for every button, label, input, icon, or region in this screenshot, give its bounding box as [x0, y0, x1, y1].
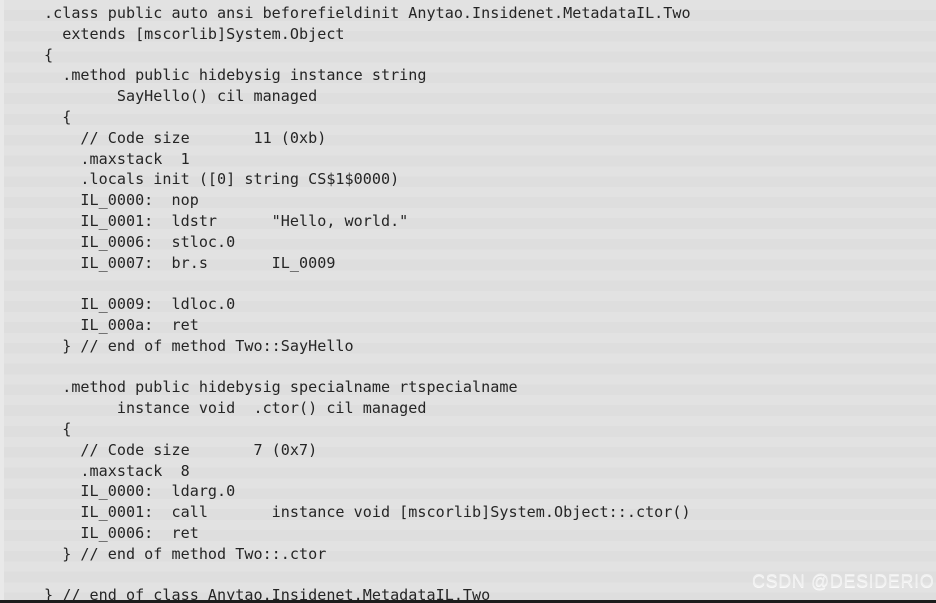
code-line: {	[44, 107, 72, 126]
code-line: .class public auto ansi beforefieldinit …	[44, 4, 691, 22]
code-line: } // end of class Anytao.Insidenet.Metad…	[44, 586, 491, 603]
code-line: .locals init ([0] string CS$1$0000)	[44, 170, 400, 189]
code-line: {	[44, 45, 54, 64]
code-line: IL_000a: ret	[44, 315, 199, 334]
code-line: IL_0009: ldloc.0	[44, 295, 236, 314]
code-line: .maxstack 1	[44, 149, 190, 168]
code-line: } // end of method Two::.ctor	[44, 544, 327, 563]
code-line: IL_0006: ret	[44, 523, 199, 542]
code-line: .maxstack 8	[44, 461, 190, 480]
code-line: IL_0000: nop	[44, 191, 199, 210]
code-line: } // end of method Two::SayHello	[44, 336, 354, 355]
code-line: SayHello() cil managed	[44, 87, 318, 106]
code-listing-screenshot: .class public auto ansi beforefieldinit …	[0, 0, 936, 603]
code-line: IL_0000: ldarg.0	[44, 482, 236, 501]
code-line: instance void .ctor() cil managed	[44, 399, 427, 418]
code-line: IL_0006: stloc.0	[44, 232, 236, 251]
code-line: // Code size 11 (0xb)	[44, 128, 327, 147]
code-line: extends [mscorlib]System.Object	[44, 24, 345, 43]
il-code-listing[interactable]: .class public auto ansi beforefieldinit …	[0, 0, 936, 603]
code-line: IL_0007: br.s IL_0009	[44, 253, 336, 272]
code-line: IL_0001: call instance void [mscorlib]Sy…	[44, 503, 691, 522]
code-line: IL_0001: ldstr "Hello, world."	[44, 211, 409, 230]
code-line: .method public hidebysig specialname rts…	[44, 378, 527, 397]
code-line: // Code size 7 (0x7)	[44, 440, 318, 459]
code-line: {	[44, 419, 72, 438]
code-line: .method public hidebysig instance string	[44, 66, 436, 85]
